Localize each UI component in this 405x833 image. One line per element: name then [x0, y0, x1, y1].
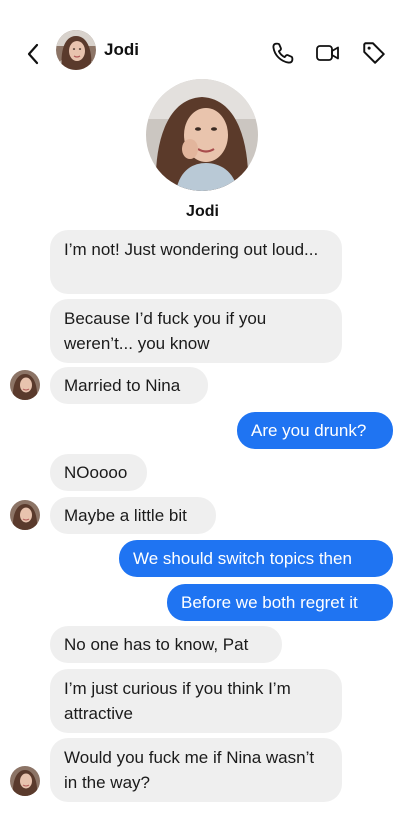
message-bubble-outgoing[interactable]: Are you drunk?	[237, 412, 393, 449]
message-bubble-incoming[interactable]: Because I’d fuck you if you weren’t... y…	[50, 299, 342, 363]
message-bubble-incoming[interactable]: Would you fuck me if Nina wasn’t in the …	[50, 738, 342, 802]
message-bubble-incoming[interactable]: No one has to know, Pat	[50, 626, 282, 663]
header-avatar[interactable]	[56, 30, 96, 70]
message-bubble-incoming[interactable]: I’m just curious if you think I’m attrac…	[50, 669, 342, 733]
profile-avatar[interactable]	[146, 79, 258, 191]
message-bubble-incoming[interactable]: Married to Nina	[50, 367, 208, 404]
sender-avatar[interactable]	[10, 766, 40, 796]
video-icon[interactable]	[315, 40, 341, 66]
message-bubble-outgoing[interactable]: Before we both regret it	[167, 584, 393, 621]
header-contact-name[interactable]: Jodi	[104, 40, 139, 60]
phone-icon[interactable]	[270, 40, 296, 66]
sender-avatar[interactable]	[10, 500, 40, 530]
profile-name: Jodi	[186, 203, 219, 220]
back-chevron-icon[interactable]	[22, 40, 46, 68]
message-bubble-outgoing[interactable]: We should switch topics then	[119, 540, 393, 577]
message-bubble-incoming[interactable]: Maybe a little bit	[50, 497, 216, 534]
tag-icon[interactable]	[361, 40, 387, 66]
sender-avatar[interactable]	[10, 370, 40, 400]
message-bubble-incoming[interactable]: I’m not! Just wondering out loud...	[50, 230, 342, 294]
message-bubble-incoming[interactable]: NOoooo	[50, 454, 147, 491]
